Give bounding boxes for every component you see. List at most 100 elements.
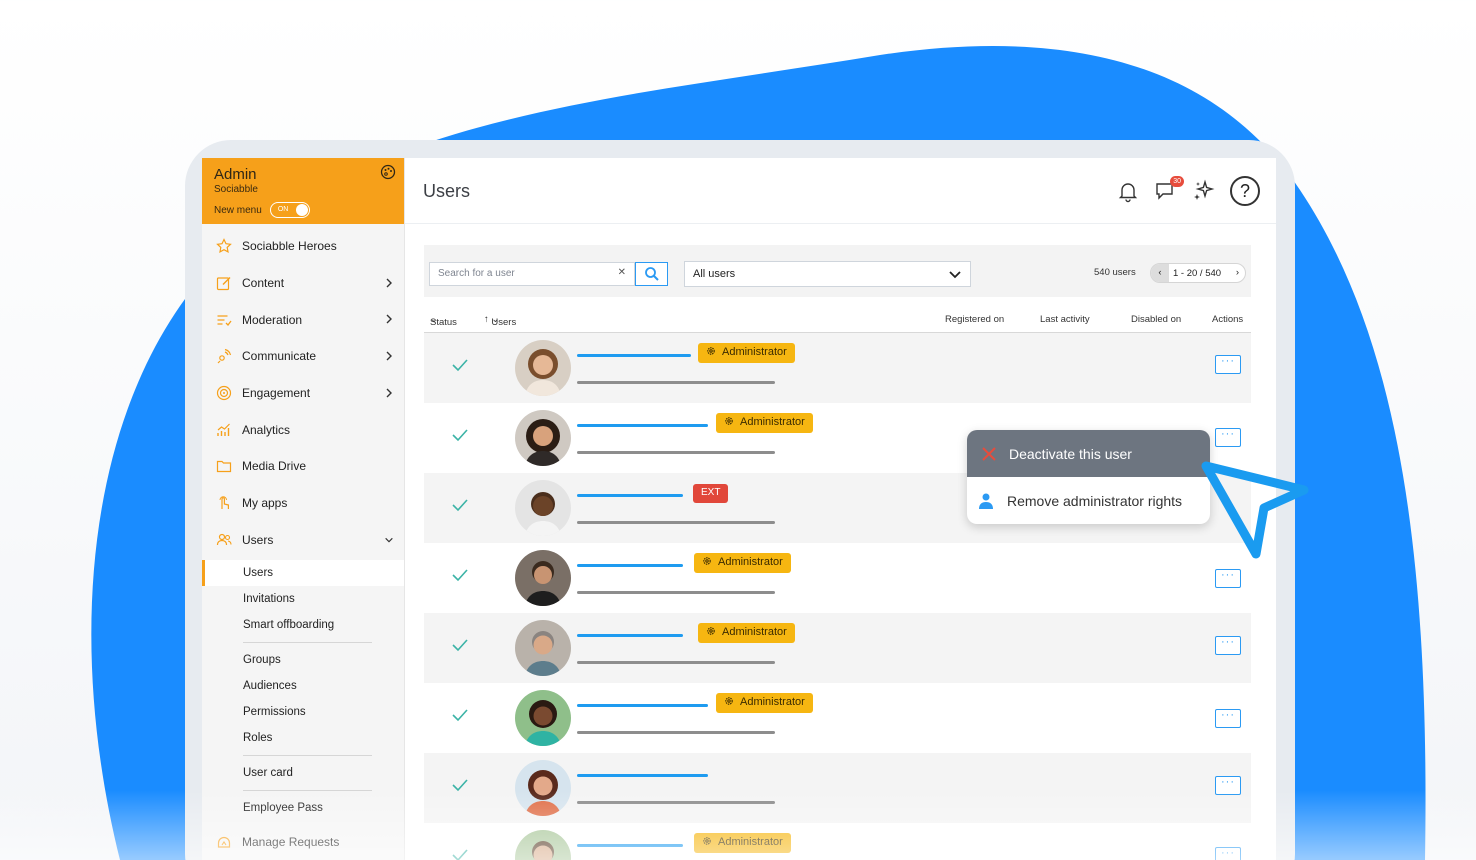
chevron-down-icon (949, 271, 961, 279)
actions-button[interactable]: ··· (1215, 569, 1241, 588)
sidebar-item-communicate[interactable]: Communicate (202, 338, 404, 375)
avatar[interactable] (515, 340, 571, 396)
gear-icon (725, 417, 733, 425)
tag-label: Administrator (722, 346, 787, 358)
palette-icon[interactable] (380, 164, 396, 180)
folder-icon (216, 461, 232, 473)
toggle-knob (295, 204, 308, 216)
submenu-item-permissions[interactable]: Permissions (202, 699, 404, 725)
sidebar-item-sociabble-heroes[interactable]: Sociabble Heroes (202, 228, 404, 265)
submenu-item-roles[interactable]: Roles (202, 725, 404, 751)
avatar[interactable] (515, 550, 571, 606)
user-name-placeholder[interactable] (577, 424, 708, 427)
menu-item-deactivate-user[interactable]: Deactivate this user (967, 430, 1210, 477)
help-icon[interactable]: ? (1230, 176, 1260, 206)
new-menu-row: New menu ON (214, 202, 392, 218)
user-name-placeholder[interactable] (577, 774, 708, 777)
avatar[interactable] (515, 830, 571, 860)
top-bar: Users 30 ? (405, 158, 1276, 224)
table-row[interactable]: Administrator ··· (424, 543, 1251, 613)
new-menu-toggle[interactable]: ON (269, 202, 310, 218)
avatar[interactable] (515, 760, 571, 816)
submenu-item-employee-pass[interactable]: Employee Pass (202, 795, 404, 821)
table-row[interactable]: Administrator ··· (424, 613, 1251, 683)
sidebar-item-manage-requests[interactable]: Manage Requests (202, 823, 404, 860)
submenu-item-invitations[interactable]: Invitations (202, 586, 404, 612)
submenu-item-user-card[interactable]: User card (202, 760, 404, 786)
chat-notifications[interactable]: 30 (1154, 176, 1184, 203)
submenu-item-audiences[interactable]: Audiences (202, 673, 404, 699)
sidebar-item-analytics[interactable]: Analytics (202, 411, 404, 448)
avatar[interactable] (515, 410, 571, 466)
moderation-icon (217, 315, 232, 326)
sidebar-item-label: Media Drive (242, 459, 307, 474)
page-title: Users (423, 181, 471, 201)
sidebar-item-my-apps[interactable]: My apps (202, 485, 404, 522)
column-label: Users (491, 317, 517, 328)
table-row[interactable]: Administrator ··· (424, 683, 1251, 753)
menu-item-label: Deactivate this user (1009, 445, 1132, 462)
check-icon (452, 639, 468, 652)
gear-icon (703, 557, 711, 565)
tag-label: Administrator (740, 696, 805, 708)
column-users[interactable]: ↑ Users ⌄ (484, 314, 516, 328)
user-filter-select[interactable]: All users (684, 261, 971, 287)
actions-button[interactable]: ··· (1215, 709, 1241, 728)
edit-icon (216, 277, 231, 291)
check-icon (452, 709, 468, 722)
actions-button[interactable]: ··· (1215, 428, 1241, 447)
table-row[interactable]: Administrator ··· (424, 333, 1251, 403)
bell-icon[interactable] (1116, 179, 1140, 203)
actions-button[interactable]: ··· (1215, 636, 1241, 655)
filter-value: All users (693, 268, 736, 280)
user-name-placeholder[interactable] (577, 494, 683, 497)
chevron-right-icon (386, 351, 392, 361)
sparkle-icon[interactable] (1192, 179, 1216, 203)
user-name-placeholder[interactable] (577, 844, 683, 847)
sidebar-item-label: Content (242, 276, 285, 291)
column-registered[interactable]: Registered on (945, 314, 1004, 325)
table-row[interactable]: ··· (424, 753, 1251, 823)
actions-button[interactable]: ··· (1215, 355, 1241, 374)
gear-icon (707, 347, 715, 355)
tag-label: Administrator (722, 626, 787, 638)
clear-icon[interactable]: ✕ (618, 267, 626, 278)
sidebar-item-engagement[interactable]: Engagement (202, 375, 404, 412)
chevron-right-icon (386, 278, 392, 288)
user-name-placeholder[interactable] (577, 704, 708, 707)
user-detail-placeholder (577, 591, 775, 594)
user-name-placeholder[interactable] (577, 354, 691, 357)
submenu-item-users[interactable]: Users (202, 560, 404, 587)
column-disabled[interactable]: Disabled on (1131, 314, 1181, 325)
avatar[interactable] (515, 690, 571, 746)
search-icon (645, 267, 659, 281)
submenu-item-smart-offboarding[interactable]: Smart offboarding (202, 612, 404, 638)
avatar[interactable] (515, 480, 571, 536)
prev-page-button[interactable]: ‹ (1151, 264, 1169, 282)
user-name-placeholder[interactable] (577, 634, 683, 637)
search-input[interactable]: Search for a user ✕ (429, 262, 635, 286)
user-table: Administrator ··· Administrator ··· EXT … (424, 333, 1251, 860)
actions-button[interactable]: ··· (1215, 776, 1241, 795)
check-icon (452, 779, 468, 792)
sidebar-item-moderation[interactable]: Moderation (202, 301, 404, 338)
sidebar-item-content[interactable]: Content (202, 265, 404, 302)
sidebar-item-media-drive[interactable]: Media Drive (202, 448, 404, 485)
user-name-placeholder[interactable] (577, 564, 683, 567)
search-button[interactable] (635, 262, 668, 286)
menu-item-remove-admin-rights[interactable]: Remove administrator rights (967, 477, 1210, 524)
sidebar-item-users[interactable]: Users (202, 522, 404, 559)
menu-item-label: Remove administrator rights (1007, 492, 1183, 509)
column-last-activity[interactable]: Last activity (1040, 314, 1090, 325)
gear-icon (707, 627, 715, 635)
next-page-button[interactable]: › (1236, 267, 1239, 278)
column-status[interactable]: Status ⌄ (430, 314, 457, 328)
actions-button[interactable]: ··· (1215, 847, 1241, 860)
avatar[interactable] (515, 620, 571, 676)
admin-tag: Administrator (694, 833, 791, 853)
user-detail-placeholder (577, 801, 775, 804)
submenu-item-groups[interactable]: Groups (202, 647, 404, 673)
users-submenu: Users Invitations Smart offboarding Grou… (202, 558, 404, 821)
top-icons: 30 ? (1116, 176, 1260, 206)
table-row[interactable]: Administrator ··· (424, 823, 1251, 860)
